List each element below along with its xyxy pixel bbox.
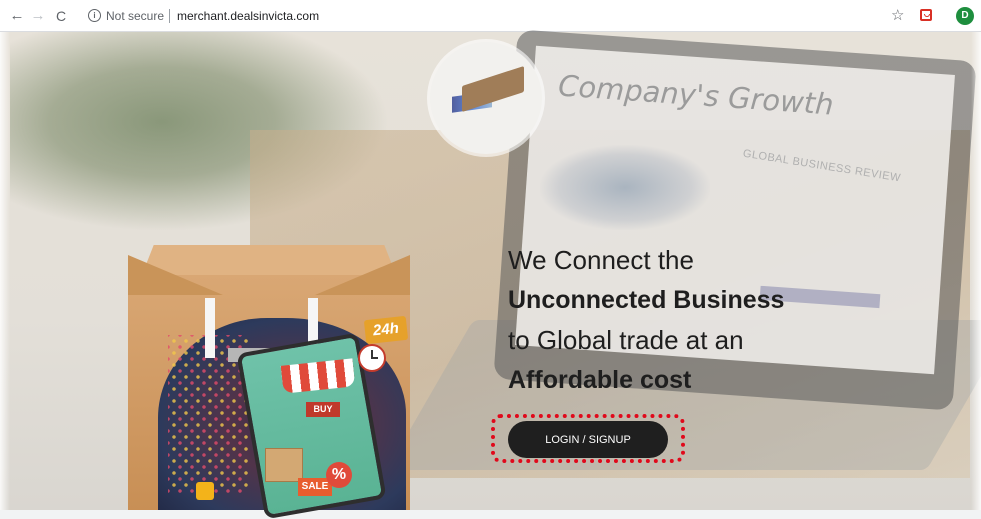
hero-line-3: to Global trade at an	[508, 325, 744, 355]
avatar[interactable]: D	[956, 7, 974, 25]
padlock-icon	[196, 482, 214, 500]
reload-icon[interactable]: C	[51, 6, 71, 26]
back-arrow-icon[interactable]: ←	[7, 6, 27, 26]
hero-line-1: We Connect the	[508, 245, 694, 275]
parcel-box-icon	[265, 448, 303, 482]
browser-toolbar: ← → C i Not secure merchant.dealsinvicta…	[0, 0, 981, 32]
address-separator	[169, 9, 170, 23]
world-map-graphic	[540, 145, 710, 230]
24h-badge: 24h	[363, 315, 409, 345]
login-signup-button[interactable]: LOGIN / SIGNUP	[508, 421, 668, 458]
percent-badge: %	[326, 462, 352, 488]
forward-arrow-icon[interactable]: →	[28, 6, 48, 26]
buy-sign: BUY	[306, 402, 340, 417]
star-icon[interactable]: ☆	[891, 7, 904, 25]
info-icon[interactable]: i	[88, 9, 101, 22]
address-bar[interactable]: i Not secure merchant.dealsinvicta.com	[82, 4, 942, 28]
bag-handle-left	[205, 298, 215, 358]
extension-icon[interactable]	[920, 9, 932, 21]
security-label[interactable]: Not secure	[106, 9, 164, 23]
clock-icon	[358, 344, 386, 372]
hero-line-4: Affordable cost	[508, 366, 692, 394]
hero-text: We Connect the Unconnected Business to G…	[508, 240, 784, 400]
hero-line-2: Unconnected Business	[508, 286, 785, 314]
url-text[interactable]: merchant.dealsinvicta.com	[177, 9, 319, 23]
